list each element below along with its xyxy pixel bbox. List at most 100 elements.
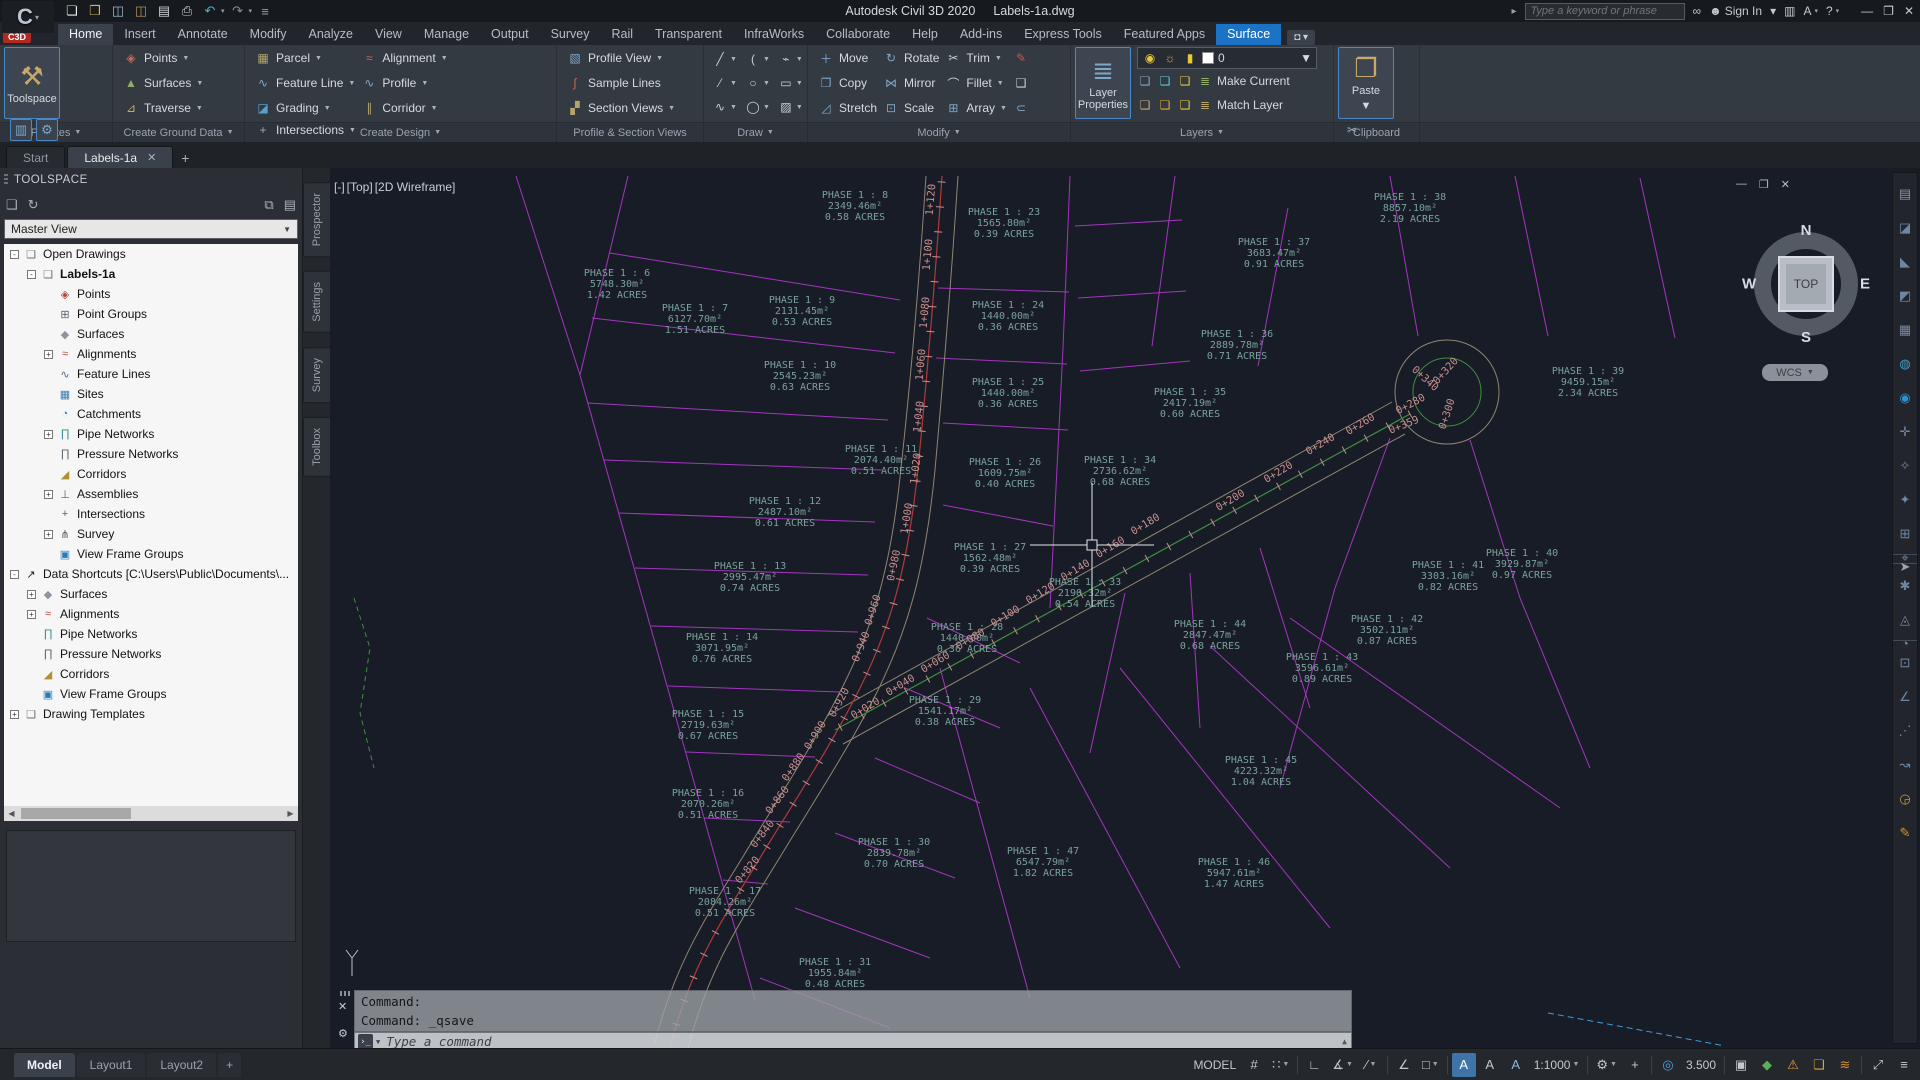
layer-toggle-icon[interactable]: ▮ <box>1182 50 1198 66</box>
status-toggle[interactable]: □▼ <box>1418 1053 1443 1077</box>
ribbon-button-corridor[interactable]: ∥Corridor▼ <box>361 97 447 119</box>
viewcube-south[interactable]: S <box>1801 329 1811 346</box>
viewport-control[interactable]: [2D Wireframe] <box>375 180 456 194</box>
layer-tool-icon[interactable]: ≣ <box>1197 73 1213 89</box>
toolspace-tab-prospector[interactable]: Prospector <box>303 182 331 257</box>
status-toggle[interactable]: A <box>1504 1053 1528 1077</box>
parcel-label[interactable]: PHASE 1 : 403929.87m²0.97 ACRES <box>1486 548 1558 581</box>
layer-tool-icon[interactable]: ❏ <box>1177 73 1193 89</box>
layer-tool-icon[interactable]: ❏ <box>1137 73 1153 89</box>
layer-tool-icon[interactable]: ❏ <box>1157 73 1173 89</box>
tool-icon[interactable]: ❐ <box>818 75 834 91</box>
parcel-label[interactable]: PHASE 1 : 352417.19m²0.60 ACRES <box>1154 387 1226 420</box>
viewport-minimize-icon[interactable]: — <box>1736 178 1747 191</box>
close-icon[interactable]: ✕ <box>147 151 156 164</box>
viewcube-top-face[interactable]: TOP <box>1778 256 1834 312</box>
mini-tool[interactable]: ❑ <box>1013 72 1029 94</box>
parcel-label[interactable]: PHASE 1 : 291541.17m²0.38 ACRES <box>909 695 981 728</box>
tool-icon[interactable]: ⌁ <box>778 51 794 67</box>
tree-item-assemblies[interactable]: +⊥Assemblies <box>4 484 298 504</box>
parcel-label[interactable]: PHASE 1 : 241440.00m²0.36 ACRES <box>972 300 1044 333</box>
tool-icon[interactable]: ⊂ <box>1013 100 1029 116</box>
ribbon-display-toggle-icon[interactable]: ◘ ▾ <box>1287 30 1315 45</box>
toolspace-view-select[interactable]: Master View▼ <box>4 219 298 239</box>
layer-toggle-icon[interactable]: ◉ <box>1142 50 1158 66</box>
layer-tool-icon[interactable]: ❏ <box>1157 97 1173 113</box>
new-drawing-tab-button[interactable]: + <box>181 150 189 168</box>
tree-item-points[interactable]: +◈Points <box>4 284 298 304</box>
tool-icon[interactable]: ⁄ <box>712 75 728 91</box>
ribbon-button-scale[interactable]: ⊡Scale <box>883 97 939 119</box>
search-arrow-icon[interactable]: ▸ <box>1511 6 1516 17</box>
tree-item-catchments[interactable]: +◔Catchments <box>4 404 298 424</box>
save-settings-icon[interactable]: ❏ <box>6 197 18 213</box>
draw-tool[interactable]: ⁄▼ <box>708 71 741 95</box>
parcel-label[interactable]: PHASE 1 : 433596.61m²0.89 ACRES <box>1286 652 1358 685</box>
ribbon-button-intersections[interactable]: +Intersections▼ <box>255 119 359 141</box>
status-toggle[interactable]: ∷▼ <box>1268 1053 1293 1077</box>
layer-tool-icon[interactable]: ❏ <box>1137 97 1153 113</box>
parcel-label[interactable]: PHASE 1 : 162070.26m²0.51 ACRES <box>672 788 744 821</box>
viewcube-north[interactable]: N <box>1801 222 1812 239</box>
layer-tool-icon[interactable]: ≣ <box>1197 97 1213 113</box>
ribbon-tab-modify[interactable]: Modify <box>239 24 298 45</box>
status-toggle[interactable]: A <box>1452 1053 1476 1077</box>
nav-tool-icon[interactable]: ↝ <box>1893 748 1917 782</box>
scrollbar-thumb[interactable] <box>21 808 131 819</box>
parcel-label[interactable]: PHASE 1 : 476547.79m²1.82 ACRES <box>1007 846 1079 879</box>
status-toggle[interactable]: A <box>1478 1053 1502 1077</box>
ribbon-button-rotate[interactable]: ↻Rotate <box>883 47 939 69</box>
status-toggle[interactable]: ⚠ <box>1781 1053 1805 1077</box>
parcel-label[interactable]: PHASE 1 : 271562.48m²0.39 ACRES <box>954 542 1026 575</box>
open-folder-icon[interactable]: ❐ <box>85 2 105 20</box>
chevron-down-icon[interactable]: ▾ <box>249 7 253 15</box>
ribbon-tab-add-ins[interactable]: Add-ins <box>949 24 1013 45</box>
tree-item-point-groups[interactable]: +⊞Point Groups <box>4 304 298 324</box>
parcel-label[interactable]: PHASE 1 : 172084.26m²0.51 ACRES <box>689 886 761 919</box>
ribbon-tab-help[interactable]: Help <box>901 24 949 45</box>
command-grip[interactable] <box>340 991 350 996</box>
nav-tool-icon[interactable]: ◣ <box>1893 245 1917 279</box>
viewport-control[interactable]: [Top] <box>347 180 373 194</box>
sign-in-button[interactable]: ☻Sign In <box>1709 4 1762 18</box>
status-toggle[interactable]: ∡▼ <box>1328 1053 1357 1077</box>
viewport-close-icon[interactable]: ✕ <box>1781 178 1790 191</box>
ribbon-button-points[interactable]: ◈Points▼ <box>123 47 203 69</box>
status-toggle[interactable]: ≋ <box>1833 1053 1857 1077</box>
ribbon-tab-view[interactable]: View <box>364 24 413 45</box>
parcel-label[interactable]: PHASE 1 : 465947.61m²1.47 ACRES <box>1198 857 1270 890</box>
parcel-label[interactable]: PHASE 1 : 65748.30m²1.42 ACRES <box>584 268 650 301</box>
tool-icon[interactable]: ▞ <box>567 100 583 116</box>
draw-tool[interactable]: (▼ <box>741 47 774 71</box>
nav-tool-icon[interactable]: ▦ <box>1893 313 1917 347</box>
nav-tool-icon[interactable]: ◉ <box>1893 381 1917 415</box>
palette-icon[interactable]: ▥ <box>10 119 32 141</box>
nav-tool-icon[interactable]: ◩ <box>1893 279 1917 313</box>
toolspace-tab-settings[interactable]: Settings <box>303 271 331 333</box>
status-toggle[interactable]: ⤢ <box>1866 1053 1890 1077</box>
minimize-button[interactable]: — <box>1861 4 1873 18</box>
ribbon-tab-home[interactable]: Home <box>58 24 113 45</box>
ribbon-tab-surface[interactable]: Surface <box>1216 24 1281 45</box>
qat-menu-icon[interactable]: ≡ <box>255 2 275 20</box>
ribbon-tab-rail[interactable]: Rail <box>600 24 644 45</box>
tree-item-view-frame-groups[interactable]: +▣View Frame Groups <box>4 544 298 564</box>
tree-item-alignments[interactable]: +≈Alignments <box>4 604 298 624</box>
nav-tool-icon[interactable]: ✛ <box>1893 415 1917 449</box>
toolspace-tab-toolbox[interactable]: Toolbox <box>303 417 331 477</box>
draw-tool[interactable]: ╱▼ <box>708 47 741 71</box>
ribbon-button-mirror[interactable]: ⋈Mirror <box>883 72 939 94</box>
ribbon-button-feature-line[interactable]: ∿Feature Line▼ <box>255 72 355 94</box>
ribbon-button-traverse[interactable]: ⊿Traverse▼ <box>123 97 203 119</box>
refresh-icon[interactable]: ↻ <box>28 197 39 213</box>
drawing-canvas[interactable]: PHASE 1 : 82349.46m²0.58 ACRESPHASE 1 : … <box>330 168 1893 1048</box>
ribbon-tab-insert[interactable]: Insert <box>113 24 166 45</box>
ribbon-button-trim[interactable]: ✂Trim▼ <box>945 47 1007 69</box>
tool-icon[interactable]: ▲ <box>123 75 139 91</box>
ribbon-button-profile-view[interactable]: ▧Profile View▼ <box>567 47 675 69</box>
status-toggle[interactable]: ≡ <box>1892 1053 1916 1077</box>
ribbon-tab-manage[interactable]: Manage <box>413 24 480 45</box>
tool-icon[interactable]: ⌒ <box>945 75 961 91</box>
parcel-label[interactable]: PHASE 1 : 261609.75m²0.40 ACRES <box>969 457 1041 490</box>
layer-toggle-icon[interactable]: ☼ <box>1162 50 1178 66</box>
